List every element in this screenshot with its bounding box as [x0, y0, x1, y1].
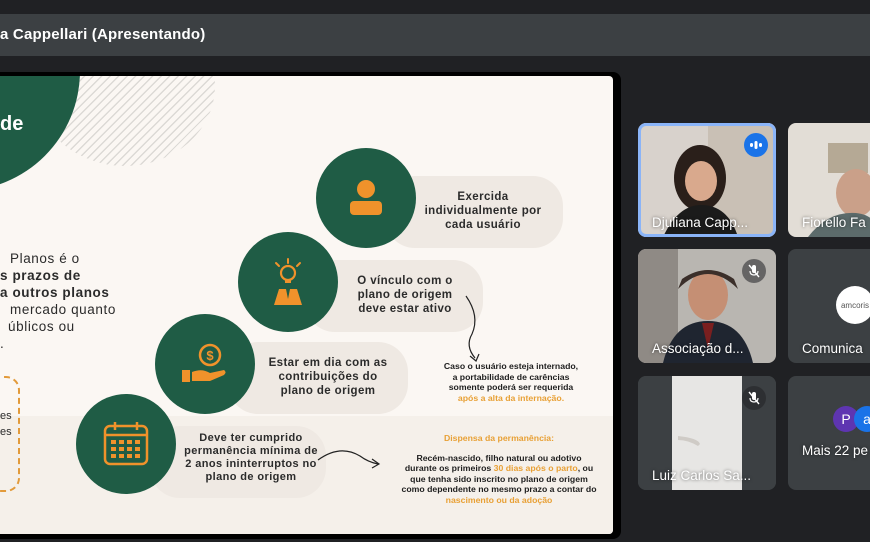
participant-name: Comunica [802, 341, 863, 356]
note-line: Recém-nascido, filho natural ou adotivo [416, 452, 582, 463]
participant-name: Associação d... [652, 341, 744, 356]
note-line: durante os primeiros 30 dias após o part… [385, 463, 613, 474]
speaking-icon [744, 133, 768, 157]
logo-text: amcoris [840, 300, 869, 310]
presentation-slide: de Planos é o s prazos de a outros plano… [0, 76, 613, 534]
participant-name: Luiz Carlos Sa... [652, 468, 752, 483]
note-text: , ou [577, 463, 594, 473]
note-line: somente poderá ser requerida [448, 382, 574, 392]
note-line: que tenha sido inscrito no plano de orig… [410, 473, 588, 484]
internment-note: Caso o usuário esteja internado, a porta… [440, 361, 582, 403]
organization-logo: amcoris [836, 286, 870, 324]
note-line: Caso o usuário esteja internado, [443, 361, 579, 371]
participant-tile[interactable]: amcoris Comunica [788, 249, 870, 363]
note-highlight: 30 dias após o parto [493, 463, 578, 473]
participant-name: Fiorello Fa [802, 215, 866, 230]
mic-off-icon [742, 259, 766, 283]
note-highlight: após a alta da internação. [457, 392, 565, 403]
participant-tile[interactable]: Djuliana Capp... [638, 123, 776, 237]
note-line: como dependente no mesmo prazo a contar … [401, 484, 597, 494]
participant-name: Mais 22 pe [802, 443, 869, 458]
note-highlight: nascimento ou da adoção [445, 494, 553, 505]
avatar: a [854, 406, 870, 432]
participant-name: Djuliana Capp... [652, 215, 749, 230]
shared-screen[interactable]: de Planos é o s prazos de a outros plano… [0, 72, 621, 539]
note-text: durante os primeiros [404, 463, 494, 473]
exemption-note: Dispensa da permanência: Recém-nascido, … [385, 433, 613, 505]
presenter-title: a Cappellari (Apresentando) [0, 26, 206, 43]
mic-off-icon [742, 386, 766, 410]
participant-tile[interactable]: Associação d... [638, 249, 776, 363]
meeting-stage: a Cappellari (Apresentando) de Planos é … [0, 0, 870, 542]
more-participants-tile[interactable]: P a Mais 22 pe [788, 376, 870, 490]
presenter-bar: a Cappellari (Apresentando) [0, 14, 870, 56]
participant-tile[interactable]: Fiorello Fa [788, 123, 870, 237]
participant-tile[interactable]: Luiz Carlos Sa... [638, 376, 776, 490]
note-line: a portabilidade de carências [452, 371, 570, 382]
note-title: Dispensa da permanência: [443, 433, 555, 443]
